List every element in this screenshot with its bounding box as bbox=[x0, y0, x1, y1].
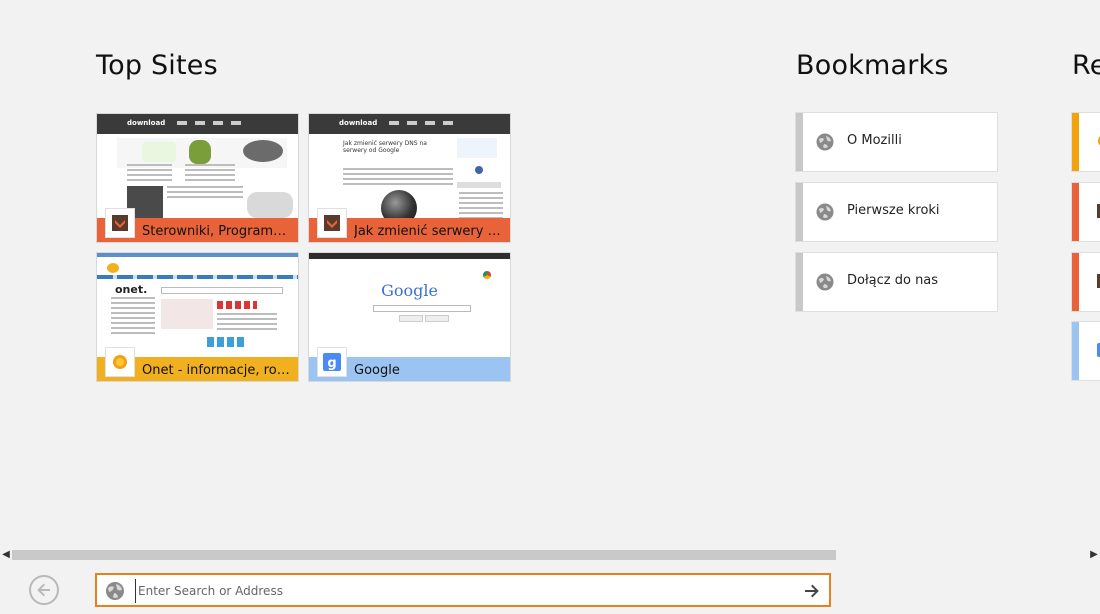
bookmark-label: Pierwsze kroki bbox=[847, 203, 940, 218]
top-site-label: Google bbox=[354, 363, 400, 378]
thumb-onet-logo: onet. bbox=[115, 283, 148, 296]
scroll-right-arrow-icon[interactable]: ▶ bbox=[1088, 548, 1100, 562]
thumb-download-logo: download bbox=[339, 119, 378, 127]
top-site-label: Sterowniki, Programy, G... bbox=[142, 224, 292, 239]
download-logo-icon bbox=[105, 208, 135, 238]
horizontal-scrollbar[interactable]: ◀ ▶ bbox=[0, 548, 1100, 562]
bookmark-item-pierwsze-kroki[interactable]: Pierwsze kroki bbox=[796, 183, 997, 241]
recent-item-1[interactable] bbox=[1072, 113, 1100, 171]
go-arrow-icon[interactable] bbox=[803, 582, 821, 600]
globe-icon bbox=[816, 203, 834, 221]
recent-item-4[interactable] bbox=[1072, 322, 1100, 380]
recent-item-2[interactable] bbox=[1072, 183, 1100, 241]
back-arrow-icon bbox=[37, 583, 50, 597]
search-address-input[interactable] bbox=[135, 579, 780, 603]
scrollbar-thumb[interactable] bbox=[12, 550, 836, 560]
top-sites-heading: Top Sites bbox=[96, 50, 218, 81]
globe-icon bbox=[816, 133, 834, 151]
globe-icon bbox=[106, 582, 124, 600]
svg-text:g: g bbox=[327, 356, 336, 371]
thumb-download-logo: download bbox=[127, 119, 166, 127]
top-site-label: Jak zmienić serwery DN... bbox=[354, 224, 504, 239]
thumb-article-title: Jak zmienić serwery DNS na serwery od Go… bbox=[343, 140, 427, 154]
back-button[interactable] bbox=[29, 575, 59, 605]
top-site-label: Onet - informacje, rozry... bbox=[142, 363, 292, 378]
scroll-left-arrow-icon[interactable]: ◀ bbox=[0, 548, 12, 562]
onet-logo-icon bbox=[105, 347, 135, 377]
recent-item-3[interactable] bbox=[1072, 253, 1100, 311]
download-logo-icon bbox=[317, 208, 347, 238]
google-g-icon: g bbox=[317, 347, 347, 377]
bookmark-label: Dołącz do nas bbox=[847, 273, 939, 288]
top-site-tile-4[interactable]: Google g Google bbox=[309, 253, 510, 381]
top-site-tile-1[interactable]: download Sterowniki, Programy, G... bbox=[97, 114, 298, 242]
top-site-tile-2[interactable]: download Jak zmienić serwery DNS na serw… bbox=[309, 114, 510, 242]
bookmark-item-dolacz-do-nas[interactable]: Dołącz do nas bbox=[796, 253, 997, 311]
bookmark-label: O Mozilli bbox=[847, 133, 902, 148]
bookmark-item-o-mozilli[interactable]: O Mozilli bbox=[796, 113, 997, 171]
recent-heading: Re bbox=[1072, 50, 1100, 81]
globe-icon bbox=[816, 273, 834, 291]
top-site-tile-3[interactable]: onet. Onet - informacje, rozry... bbox=[97, 253, 298, 381]
address-bar[interactable] bbox=[95, 573, 831, 607]
bookmarks-heading: Bookmarks bbox=[796, 50, 949, 81]
thumb-google-logo: Google bbox=[381, 281, 438, 300]
